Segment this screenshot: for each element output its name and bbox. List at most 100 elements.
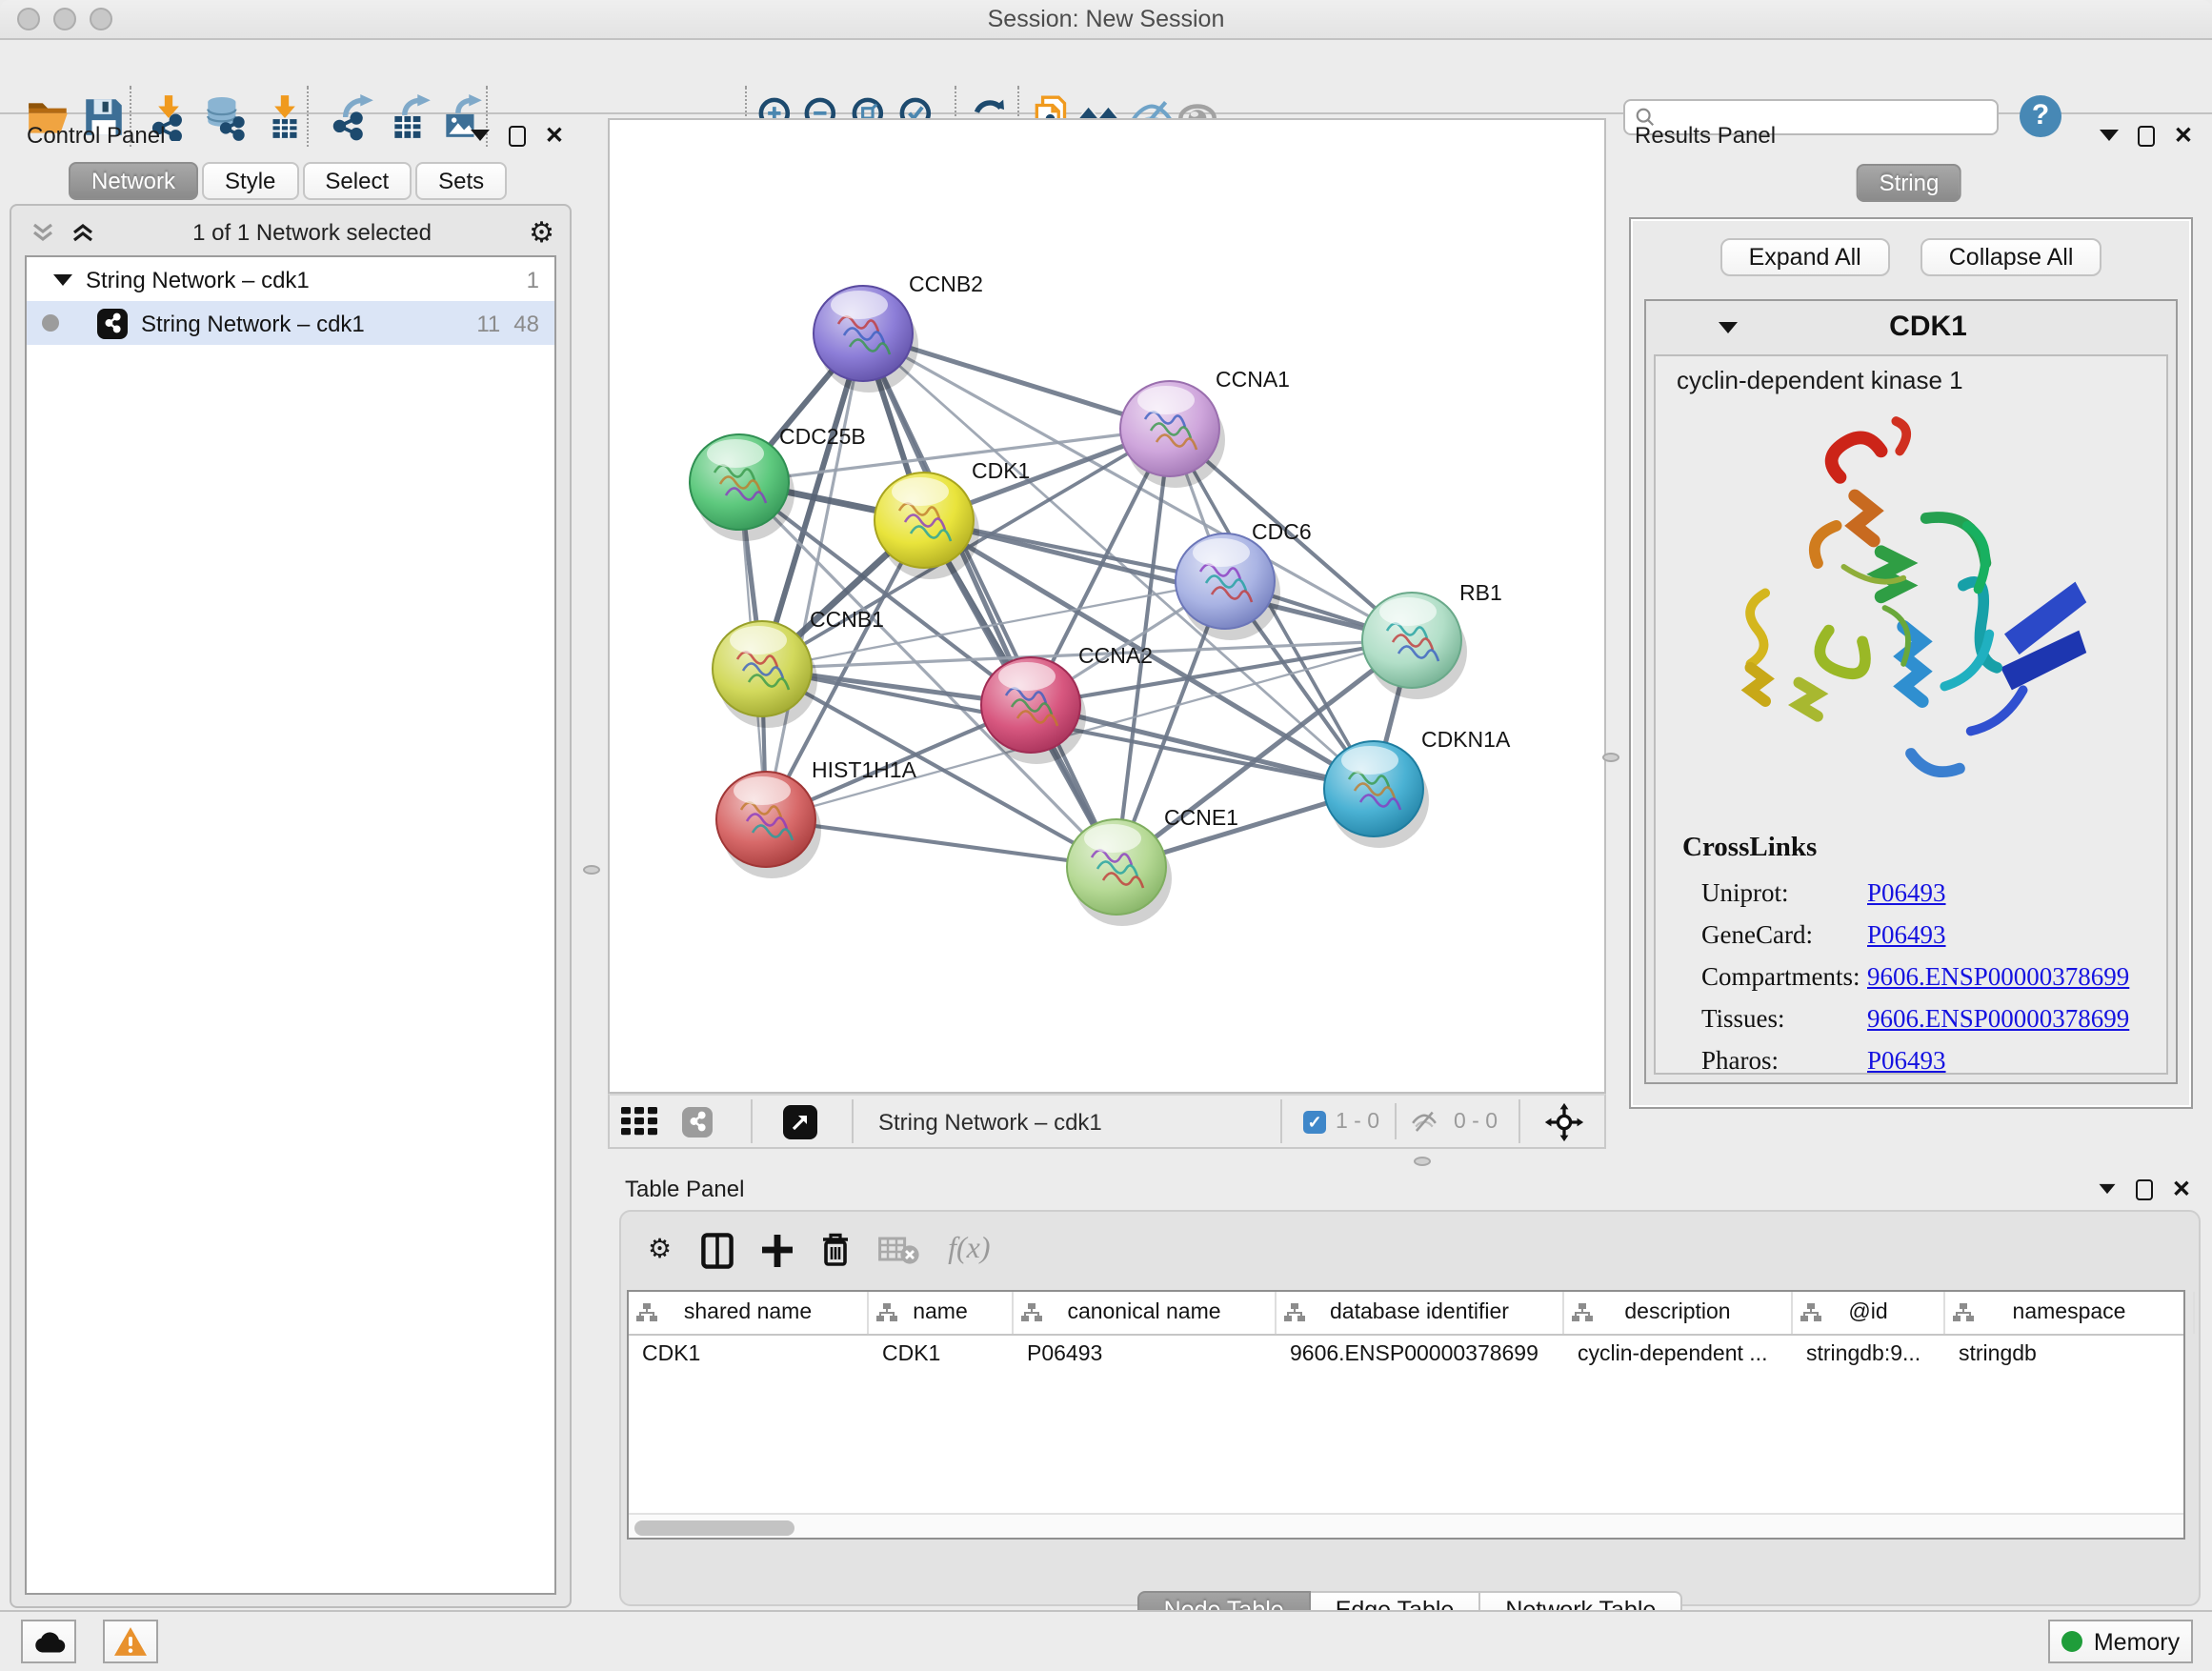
warning-icon (114, 1627, 147, 1656)
string-network-icon (97, 308, 128, 338)
selected-count: 1 - 0 (1336, 1096, 1379, 1147)
scrollbar-thumb[interactable] (634, 1520, 794, 1535)
column-header-namespace[interactable]: namespace (1945, 1292, 2195, 1334)
maximize-panel-icon[interactable] (2138, 125, 2155, 146)
entry-expander-icon[interactable] (1719, 321, 1738, 332)
close-panel-icon[interactable]: ✕ (2174, 124, 2193, 147)
column-type-icon (1953, 1303, 1974, 1322)
selected-checkbox[interactable]: ✓ (1303, 1096, 1326, 1147)
horizontal-scrollbar[interactable] (629, 1513, 2183, 1538)
results-panel-title: Results Panel (1635, 122, 2100, 149)
column-header-canonical-name[interactable]: canonical name (1014, 1292, 1277, 1334)
close-panel-icon[interactable]: ✕ (545, 124, 564, 147)
node-label: CCNB2 (909, 272, 983, 296)
column-header-database-identifier[interactable]: database identifier (1277, 1292, 1564, 1334)
hidden-items-button[interactable] (1408, 1096, 1440, 1147)
entry-node-name: CDK1 (1738, 311, 2119, 343)
detach-view-button[interactable] (783, 1096, 817, 1147)
node-label: CCNA2 (1078, 643, 1153, 668)
warnings-button[interactable] (103, 1620, 158, 1663)
function-builder-icon[interactable]: f(x) (948, 1233, 990, 1267)
share-network-icon (682, 1106, 713, 1137)
column-type-icon (636, 1303, 657, 1322)
table-panel-body: ⚙ f(x) shared name name canonical name data… (619, 1210, 2201, 1606)
table-cell[interactable]: P06493 (1014, 1336, 1277, 1378)
network-row[interactable]: String Network – cdk1 11 48 (27, 301, 554, 345)
network-edge[interactable] (863, 333, 1116, 867)
node-table-grid: shared name name canonical name database id… (627, 1290, 2185, 1540)
collapse-all-icon[interactable] (30, 221, 55, 244)
crosslink-uniprot[interactable]: P06493 (1867, 878, 1946, 907)
memory-status-dot (2061, 1631, 2082, 1652)
network-status-dot (42, 314, 59, 332)
tab-select[interactable]: Select (302, 162, 412, 200)
window-title: Session: New Session (0, 0, 2212, 38)
close-window-button[interactable] (17, 8, 40, 30)
delete-table-icon[interactable] (877, 1236, 919, 1264)
titlebar: Session: New Session (0, 0, 2212, 40)
crosslink-label: GeneCard: (1682, 920, 1867, 949)
column-type-icon (1800, 1303, 1821, 1322)
column-header-description[interactable]: description (1564, 1292, 1793, 1334)
toolbar-divider (751, 1099, 753, 1143)
network-view-toolbar: String Network – cdk1 ✓ 1 - 0 0 - 0 (608, 1094, 1606, 1149)
memory-button[interactable]: Memory (2048, 1620, 2193, 1663)
cloud-status-button[interactable] (21, 1620, 76, 1663)
network-edge[interactable] (924, 520, 1412, 640)
table-cell[interactable]: CDK1 (629, 1336, 869, 1378)
minimize-window-button[interactable] (53, 8, 76, 30)
table-cell[interactable]: cyclin-dependent ... (1564, 1336, 1793, 1378)
birdseye-grid-button[interactable] (621, 1096, 659, 1147)
close-panel-icon[interactable]: ✕ (2172, 1178, 2191, 1200)
column-header-shared-name[interactable]: shared name (629, 1292, 869, 1334)
maximize-panel-icon[interactable] (2136, 1178, 2153, 1199)
table-cell[interactable]: CDK1 (869, 1336, 1014, 1378)
table-cell[interactable]: stringdb (1945, 1336, 2195, 1378)
main-toolbar: ? (0, 40, 2212, 114)
maximize-panel-icon[interactable] (509, 125, 526, 146)
table-cell[interactable]: 9606.ENSP00000378699 (1277, 1336, 1564, 1378)
table-options-gear-icon[interactable]: ⚙ (648, 1235, 672, 1265)
collection-expander-icon[interactable] (53, 273, 72, 285)
collapse-all-button[interactable]: Collapse All (1920, 238, 2102, 276)
float-panel-icon[interactable] (471, 130, 490, 141)
column-header-label: canonical name (1067, 1301, 1220, 1324)
column-header-name[interactable]: name (869, 1292, 1014, 1334)
network-view-title: String Network – cdk1 (878, 1096, 1102, 1147)
add-column-icon[interactable] (761, 1234, 792, 1266)
table-data-row[interactable]: CDK1CDK1P064939606.ENSP00000378699cyclin… (629, 1336, 2183, 1378)
delete-column-icon[interactable] (820, 1233, 849, 1267)
bottom-splitter-handle[interactable] (1414, 1157, 1431, 1166)
table-cell[interactable]: stringdb:9... (1793, 1336, 1945, 1378)
network-view-canvas[interactable]: CCNB2CCNA1CDC25BCDK1CDC6RB1CCNB1CCNA2CDK… (608, 118, 1606, 1094)
crosslink-pharos[interactable]: P06493 (1867, 1046, 1946, 1075)
float-panel-icon[interactable] (2100, 130, 2119, 141)
expand-all-icon[interactable] (70, 221, 95, 244)
network-edge[interactable] (766, 333, 863, 819)
column-header-label: namespace (2013, 1301, 2126, 1324)
crosslink-genecard[interactable]: P06493 (1867, 920, 1946, 949)
crosslink-label: Compartments: (1682, 962, 1867, 991)
column-header-label: shared name (684, 1301, 812, 1324)
tab-string[interactable]: String (1857, 164, 1962, 202)
network-edge-count: 48 (513, 310, 539, 336)
float-panel-icon[interactable] (2099, 1184, 2115, 1194)
show-columns-icon[interactable] (700, 1232, 733, 1268)
expand-all-button[interactable]: Expand All (1720, 238, 1890, 276)
left-splitter-handle[interactable] (583, 865, 600, 875)
tab-style[interactable]: Style (202, 162, 298, 200)
network-options-gear-icon[interactable]: ⚙ (529, 217, 554, 248)
tab-network[interactable]: Network (69, 162, 198, 200)
crosslink-compartments[interactable]: 9606.ENSP00000378699 (1867, 962, 2129, 991)
network-tree: String Network – cdk1 1 String Network –… (25, 255, 556, 1595)
node-entry-header[interactable]: CDK1 (1646, 301, 2176, 352)
fit-selection-button[interactable] (1543, 1096, 1585, 1147)
crosslink-tissues[interactable]: 9606.ENSP00000378699 (1867, 1004, 2129, 1033)
tab-sets[interactable]: Sets (415, 162, 507, 200)
node-label: RB1 (1459, 580, 1502, 605)
network-overview-button[interactable] (682, 1096, 713, 1147)
toolbar-divider (1395, 1103, 1397, 1139)
zoom-window-button[interactable] (90, 8, 112, 30)
column-header--id[interactable]: @id (1793, 1292, 1945, 1334)
network-collection-row[interactable]: String Network – cdk1 1 (27, 257, 554, 301)
